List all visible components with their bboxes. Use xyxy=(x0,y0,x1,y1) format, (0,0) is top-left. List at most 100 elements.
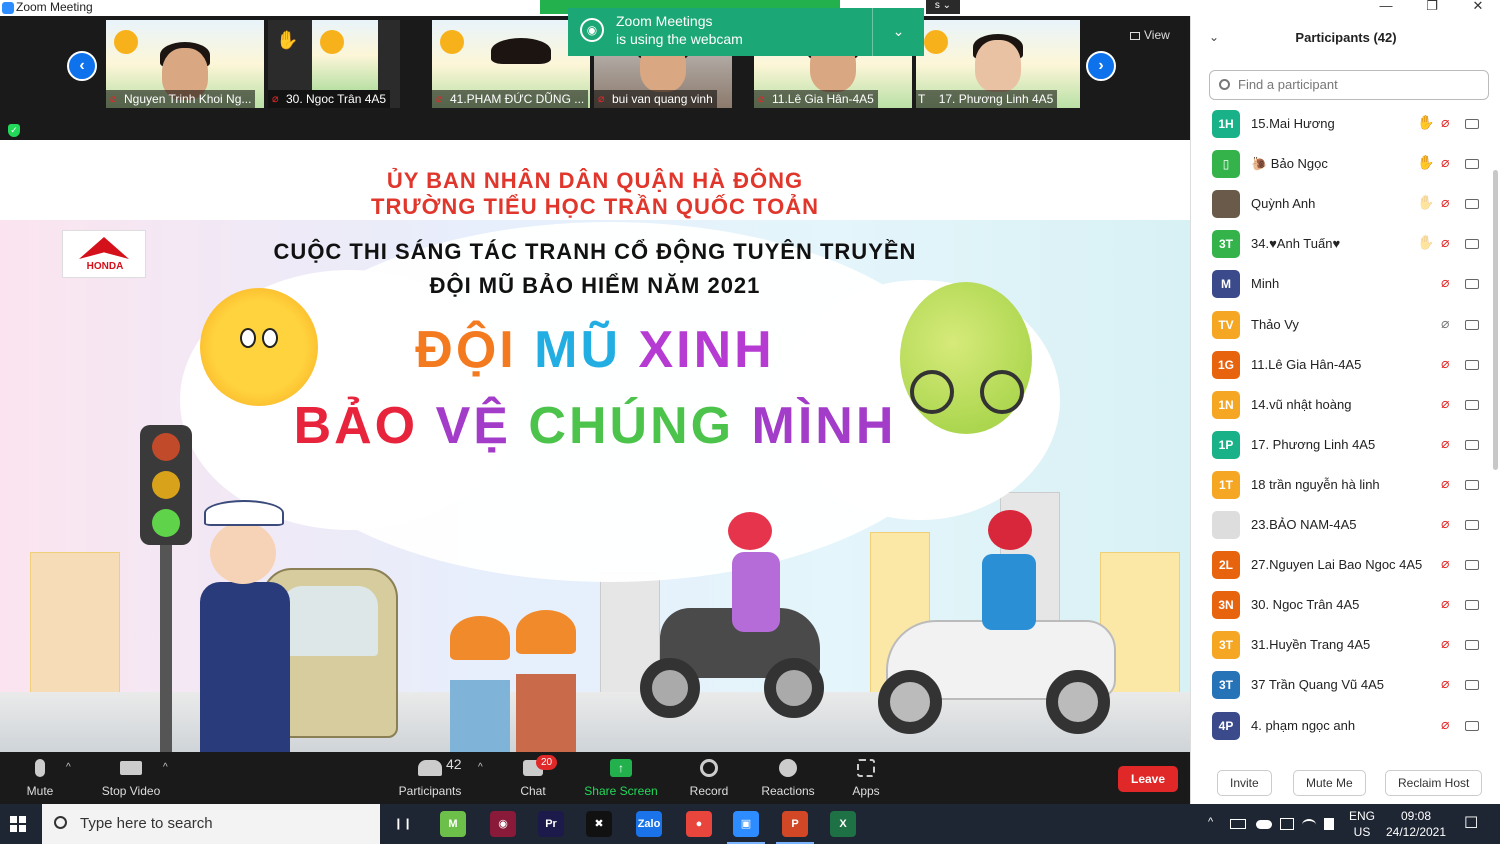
participants-scrollbar[interactable] xyxy=(1493,170,1498,470)
taskbar-premiere-icon[interactable]: Pr xyxy=(538,811,564,837)
reclaim-host-button[interactable]: Reclaim Host xyxy=(1385,770,1483,796)
participant-row[interactable]: 1P 17. Phương Linh 4A5 ⌀ xyxy=(1191,427,1491,467)
leave-button[interactable]: Leave xyxy=(1118,766,1178,792)
record-button[interactable]: Record xyxy=(686,752,732,804)
participant-row[interactable]: 1T 18 trần nguyễn hà linh ⌀ xyxy=(1191,467,1491,507)
notification-expand-button[interactable]: ⌄ xyxy=(872,8,924,56)
participant-row[interactable]: M Minh ⌀ xyxy=(1191,266,1491,306)
muted-mic-icon: ⌀ xyxy=(1441,154,1450,171)
tile-name-label: T 17. Phương Linh 4A5 xyxy=(916,90,1058,108)
taskbar-media-icon[interactable]: ◉ xyxy=(490,811,516,837)
participant-name: 30. Ngoc Trân 4A5 xyxy=(1251,597,1360,613)
participant-row[interactable]: 3T 37 Trần Quang Vũ 4A5 ⌀ xyxy=(1191,667,1491,707)
prev-page-button[interactable]: ‹ xyxy=(67,51,97,81)
participant-row[interactable]: 23.BẢO NAM-4A5 ⌀ xyxy=(1191,507,1491,547)
motorbike-illustration xyxy=(640,500,830,720)
participant-avatar: 1P xyxy=(1212,430,1240,459)
rider-helmet xyxy=(728,512,772,550)
participant-search-input[interactable]: Find a participant xyxy=(1209,70,1489,100)
taskbar-clock[interactable]: 09:08 24/12/2021 xyxy=(1380,808,1452,840)
raised-hand-icon: ✋ xyxy=(1417,154,1435,171)
officer-cap xyxy=(204,500,284,526)
share-screen-icon: ↑ xyxy=(610,759,632,777)
taskbar-task-view-icon[interactable]: ❙❙ xyxy=(390,811,416,837)
minimize-button[interactable]: — xyxy=(1366,0,1406,16)
participant-name: 🐌 Bảo Ngọc xyxy=(1251,156,1328,172)
wifi-icon[interactable] xyxy=(1302,819,1316,831)
invite-button[interactable]: Invite xyxy=(1217,770,1272,796)
taskbar-excel-icon[interactable]: X xyxy=(830,811,856,837)
video-tile[interactable]: T 17. Phương Linh 4A5 xyxy=(916,20,1080,108)
onedrive-icon[interactable] xyxy=(1256,820,1272,829)
webcam-notification[interactable]: ◉ Zoom Meetings is using the webcam ⌄ xyxy=(568,8,924,56)
network-icon[interactable] xyxy=(1280,818,1294,830)
participant-row[interactable]: 3T 34.♥Anh Tuấn♥ ✋ ⌀ xyxy=(1191,226,1491,266)
poster-line-4: ĐỘI MŨ BẢO HIỂM NĂM 2021 xyxy=(429,273,761,298)
police-officer-illustration xyxy=(200,500,290,752)
participant-row[interactable]: 1N 14.vũ nhật hoàng ⌀ xyxy=(1191,387,1491,427)
windows-start-button[interactable] xyxy=(10,816,26,832)
video-options-caret[interactable]: ^ xyxy=(163,762,168,773)
participant-avatar: 1N xyxy=(1212,390,1240,419)
muted-mic-icon: ⌀ xyxy=(1441,274,1450,291)
participant-name: 11.Lê Gia Hân-4A5 xyxy=(1251,356,1362,372)
video-tile[interactable]: ✋ ⌀ 30. Ngoc Trân 4A5 xyxy=(268,20,400,108)
share-screen-button[interactable]: ↑ Share Screen xyxy=(582,752,660,804)
video-off-icon xyxy=(1465,520,1479,530)
battery-icon[interactable] xyxy=(1230,819,1246,829)
participant-row[interactable]: TV Thảo Vy ⌀ xyxy=(1191,307,1491,347)
stop-video-button[interactable]: Stop Video xyxy=(98,752,164,804)
encryption-shield-icon[interactable]: ✓ xyxy=(8,124,20,137)
next-page-button[interactable]: › xyxy=(1086,51,1116,81)
volume-icon[interactable] xyxy=(1324,818,1334,830)
motorbike-wheel xyxy=(640,658,700,718)
yellow-lamp xyxy=(152,471,180,499)
taskbar-chrome-icon[interactable]: ● xyxy=(686,811,712,837)
audio-options-caret[interactable]: ^ xyxy=(66,762,71,773)
muted-mic-icon: ⌀ xyxy=(1441,314,1450,331)
taskbar-powerpoint-icon[interactable]: P xyxy=(776,811,814,844)
video-off-icon xyxy=(1465,399,1479,410)
taskbar-mindmap-icon[interactable]: M xyxy=(440,811,466,837)
video-tile[interactable]: ⌀ Nguyen Trinh Khoi Ng... xyxy=(106,20,264,108)
maximize-button[interactable]: ❐ xyxy=(1412,0,1452,16)
mute-button[interactable]: Mute xyxy=(18,752,62,804)
mute-me-button[interactable]: Mute Me xyxy=(1293,770,1366,796)
search-icon xyxy=(1219,79,1230,90)
participant-row[interactable]: Quỳnh Anh ✋ ⌀ xyxy=(1191,186,1491,226)
reactions-button[interactable]: Reactions xyxy=(758,752,818,804)
participant-row[interactable]: 2L 27.Nguyen Lai Bao Ngoc 4A5 ⌀ xyxy=(1191,547,1491,587)
search-icon xyxy=(54,816,67,829)
officer-head xyxy=(210,522,276,584)
chat-unread-badge: 20 xyxy=(536,755,558,770)
participants-options-caret[interactable]: ^ xyxy=(478,762,483,773)
muted-mic-icon: ⌀ xyxy=(1441,194,1450,211)
muted-mic-icon: ⌀ xyxy=(272,93,279,105)
muted-mic-icon: ⌀ xyxy=(758,93,765,105)
close-button[interactable]: ✕ xyxy=(1458,0,1498,16)
participant-row[interactable]: ▯ 🐌 Bảo Ngọc ✋ ⌀ xyxy=(1191,146,1491,186)
muted-mic-icon: ⌀ xyxy=(1441,555,1450,572)
taskbar-zalo-icon[interactable]: Zalo xyxy=(636,811,662,837)
input-language[interactable]: ENG US xyxy=(1346,808,1378,840)
participant-name: 31.Huyền Trang 4A5 xyxy=(1251,637,1371,653)
participant-row[interactable]: 3N 30. Ngoc Trân 4A5 ⌀ xyxy=(1191,587,1491,627)
tray-overflow-arrow[interactable]: ^ xyxy=(1208,816,1213,828)
notification-center-icon[interactable]: ☐ xyxy=(1464,813,1478,833)
participant-row[interactable]: 3T 31.Huyền Trang 4A5 ⌀ xyxy=(1191,627,1491,667)
taskbar-capcut-icon[interactable]: ✖ xyxy=(586,811,612,837)
participant-row[interactable]: 1G 11.Lê Gia Hân-4A5 ⌀ xyxy=(1191,347,1491,387)
share-options-tab[interactable]: s ⌄ xyxy=(926,0,960,14)
video-tile[interactable]: ⌀ 41.PHAM ĐỨC DŨNG ... xyxy=(432,20,590,108)
participant-row[interactable]: 4P 4. phạm ngọc anh ⌀ xyxy=(1191,708,1491,748)
apps-button[interactable]: Apps xyxy=(848,752,884,804)
apps-icon xyxy=(857,759,875,777)
taskbar-zoom-icon[interactable]: ▣ xyxy=(727,811,765,844)
muted-mic-icon: ⌀ xyxy=(1441,474,1450,491)
notification-title: Zoom Meetings xyxy=(616,13,713,29)
participant-row[interactable]: 1H 15.Mai Hương ✋ ⌀ xyxy=(1191,106,1491,146)
view-button[interactable]: View xyxy=(1130,28,1170,42)
video-off-icon xyxy=(1465,199,1479,210)
participant-avatar: ▯ xyxy=(1212,150,1240,179)
taskbar-search-box[interactable]: Type here to search xyxy=(42,804,380,844)
